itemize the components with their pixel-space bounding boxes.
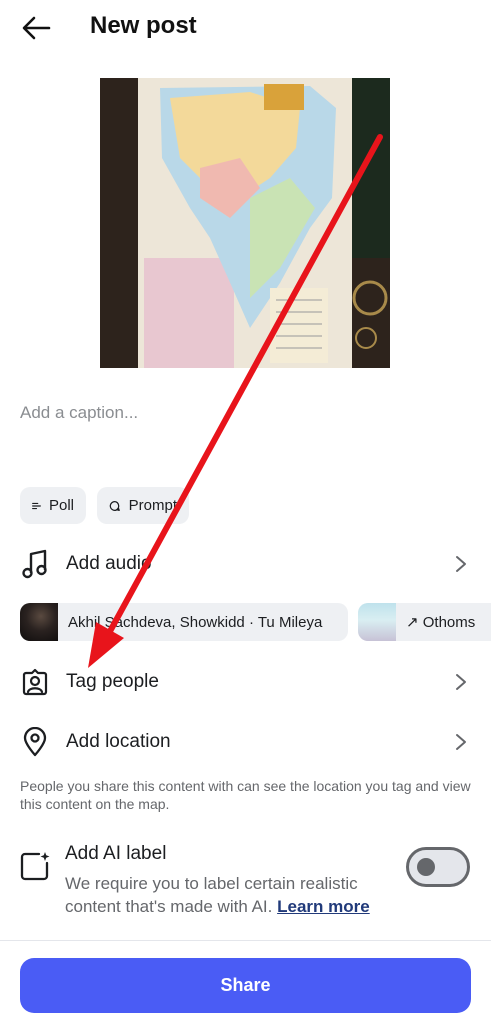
add-location-row[interactable]: Add location (0, 716, 491, 768)
toggle-knob (417, 858, 435, 876)
back-button[interactable] (16, 10, 56, 46)
ai-label-toggle[interactable] (406, 847, 470, 887)
poll-chip[interactable]: Poll (20, 487, 86, 524)
tag-person-icon (19, 666, 51, 698)
audio-suggestion-text: Akhil Sachdeva, Showkidd · Tu Mileya (68, 613, 323, 631)
add-audio-label: Add audio (66, 553, 152, 574)
poll-icon (32, 502, 41, 509)
location-privacy-note: People you share this content with can s… (20, 778, 471, 812)
tag-people-row[interactable]: Tag people (0, 656, 491, 708)
tag-people-label: Tag people (66, 671, 159, 692)
prompt-label: Prompt (128, 497, 177, 514)
chevron-right-icon (452, 554, 470, 574)
prompt-chip[interactable]: Prompt (97, 487, 189, 524)
add-location-label: Add location (66, 731, 171, 752)
caption-input[interactable]: Add a caption... (20, 403, 138, 423)
album-cover (20, 603, 58, 641)
ai-label-description: We require you to label certain realisti… (65, 872, 385, 918)
ai-label-icon (19, 850, 51, 882)
post-image-thumbnail[interactable] (100, 78, 390, 368)
map-photo (100, 78, 390, 368)
ai-label-title: Add AI label (65, 843, 167, 864)
prompt-icon (109, 500, 120, 511)
share-button[interactable]: Share (20, 958, 471, 1013)
music-note-icon (19, 548, 51, 580)
back-arrow-icon (22, 16, 51, 40)
audio-suggestion[interactable]: Akhil Sachdeva, Showkidd · Tu Mileya (20, 603, 348, 641)
album-cover (358, 603, 396, 641)
audio-suggestion-text: ↗ Othoms (406, 614, 476, 631)
poll-label: Poll (48, 497, 74, 514)
chevron-right-icon (452, 672, 470, 692)
add-audio-row[interactable]: Add audio (0, 538, 491, 590)
page-title: New post (90, 12, 197, 39)
location-pin-icon (19, 726, 51, 758)
audio-suggestion[interactable]: ↗ Othoms (358, 603, 491, 641)
chevron-right-icon (452, 732, 470, 752)
divider (0, 940, 491, 941)
header: New post (0, 0, 491, 56)
learn-more-link[interactable]: Learn more (277, 897, 370, 916)
